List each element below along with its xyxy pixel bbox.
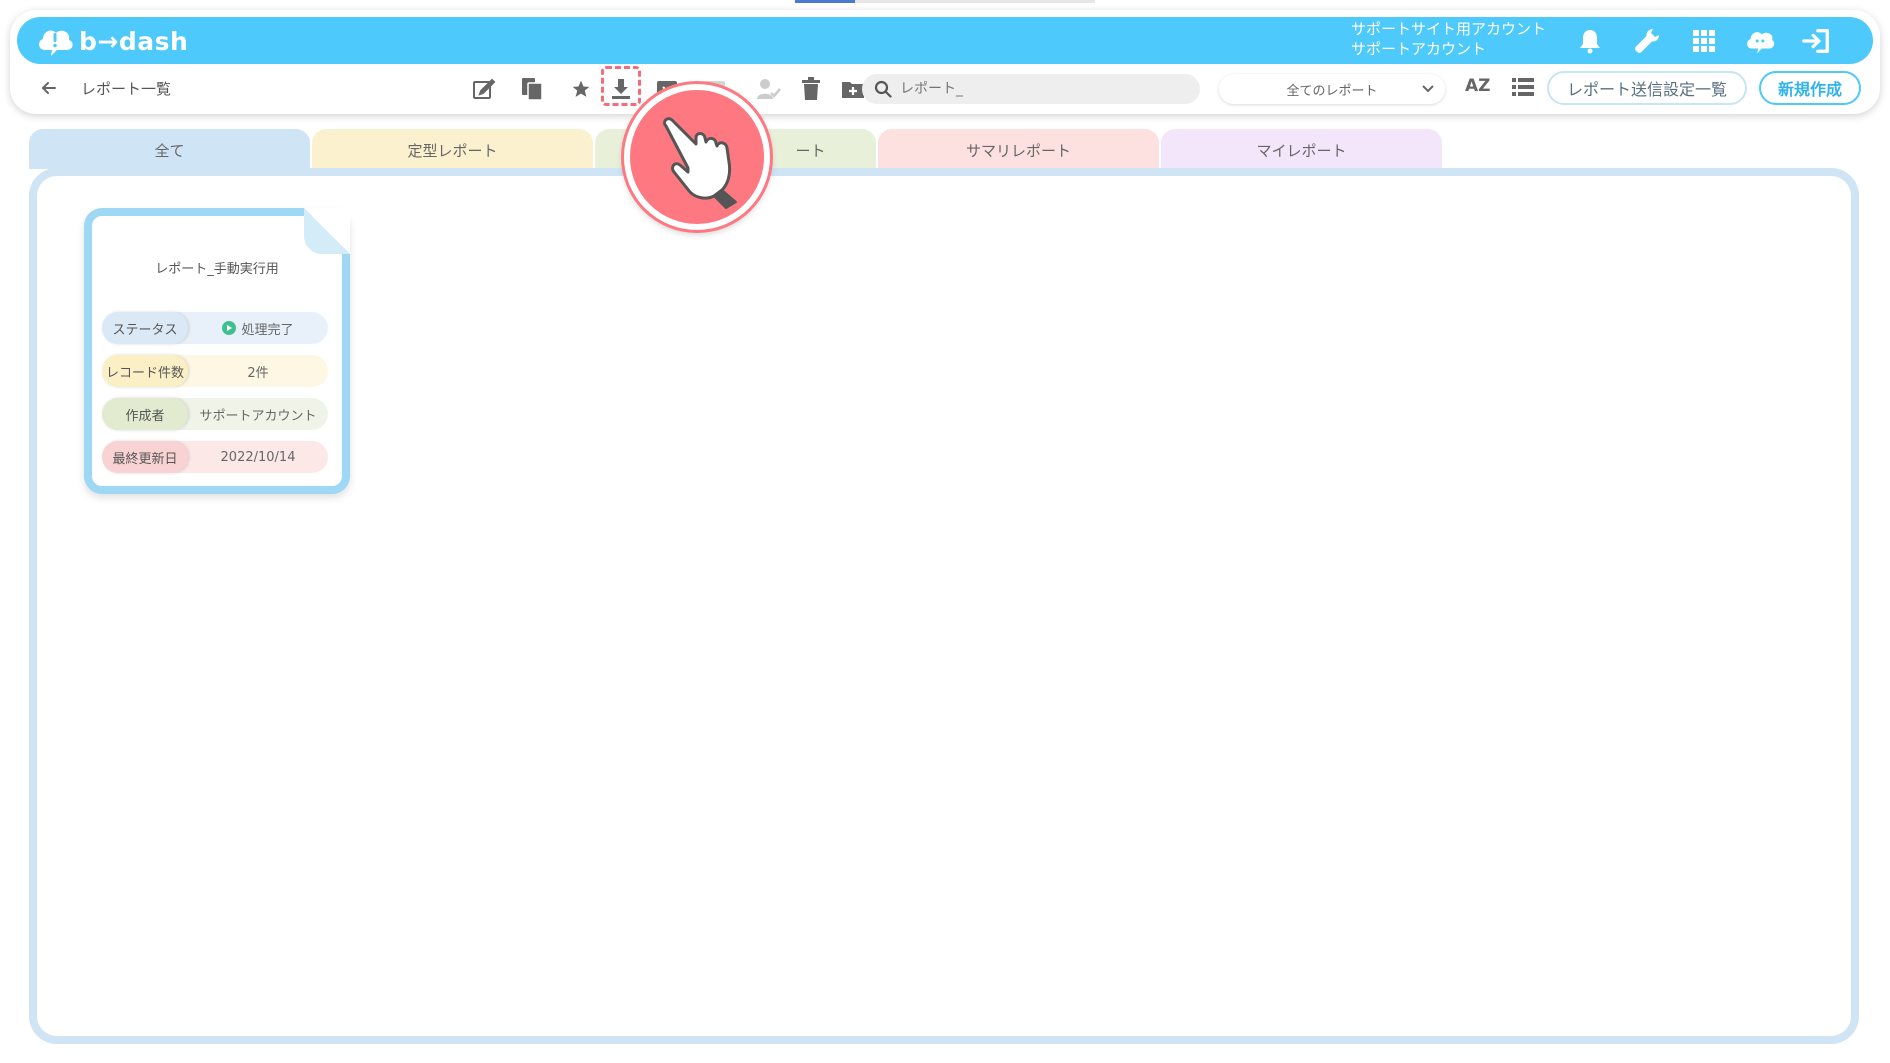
trash-icon[interactable]	[797, 75, 825, 103]
card-row-label: 作成者	[102, 398, 188, 430]
tab-summary-report[interactable]: サマリレポート	[878, 129, 1159, 169]
chevron-down-icon	[1422, 85, 1434, 93]
back-arrow-icon[interactable]	[37, 76, 61, 100]
logout-icon[interactable]	[1801, 26, 1831, 56]
tab-fixed-report[interactable]: 定型レポート	[312, 129, 593, 169]
mascot-icon[interactable]	[1745, 26, 1775, 56]
header-bar: b→dash サポートサイト用アカウント サポートアカウント	[17, 17, 1873, 64]
logo-text: b→dash	[79, 26, 189, 56]
card-row-value: 2件	[247, 365, 269, 381]
bell-icon[interactable]	[1575, 26, 1605, 56]
report-send-settings-button[interactable]: レポート送信設定一覧	[1547, 71, 1747, 105]
logo-cloud-icon	[39, 30, 73, 56]
search-input[interactable]	[900, 81, 1180, 97]
sort-az-button[interactable]: AZ	[1465, 76, 1490, 96]
top-progress-segment	[795, 0, 855, 3]
star-icon[interactable]	[567, 75, 595, 103]
card-row-value: 処理完了	[188, 312, 328, 344]
report-card-title: レポート_手動実行用	[155, 262, 279, 277]
search-icon	[874, 80, 892, 98]
toolbar: レポート一覧 全てのレポート AZ レポー	[17, 66, 1873, 110]
report-card[interactable]: レポート_手動実行用 ステータス 処理完了 レコード件数 2件 作成者 サポート…	[84, 208, 350, 494]
tab-all[interactable]: 全て	[29, 129, 310, 169]
card-row-author: 作成者 サポートアカウント	[102, 398, 328, 430]
download-icon[interactable]	[607, 75, 635, 103]
card-row-status: ステータス 処理完了	[102, 312, 328, 344]
page-title: レポート一覧	[81, 80, 172, 98]
list-view-icon[interactable]	[1511, 76, 1535, 102]
tab-third-label: ート	[795, 142, 826, 160]
edit-icon[interactable]	[470, 75, 498, 103]
top-progress-indicator	[795, 0, 1095, 3]
card-row-records: レコード件数 2件	[102, 355, 328, 387]
wrench-icon[interactable]	[1632, 26, 1662, 56]
card-row-label: ステータス	[102, 312, 188, 344]
pointing-hand-icon	[663, 117, 737, 209]
card-row-label: 最終更新日	[102, 441, 188, 473]
search-box[interactable]	[862, 74, 1200, 104]
account-user: サポートアカウント	[1351, 40, 1487, 58]
status-complete-icon	[222, 321, 237, 335]
app-grid-icon[interactable]	[1689, 26, 1719, 56]
card-row-value: サポートアカウント	[199, 408, 317, 424]
account-org: サポートサイト用アカウント	[1351, 20, 1547, 38]
report-filter-select[interactable]: 全てのレポート	[1219, 74, 1445, 104]
user-check-icon[interactable]	[755, 75, 783, 103]
card-fold-corner	[304, 208, 350, 254]
card-row-value: 2022/10/14	[220, 449, 296, 465]
logo[interactable]: b→dash	[35, 24, 188, 58]
card-row-updated: 最終更新日 2022/10/14	[102, 441, 328, 473]
card-row-label: レコード件数	[102, 355, 188, 387]
tutorial-hand-pointer-overlay	[624, 84, 770, 230]
account-info[interactable]: サポートサイト用アカウント サポートアカウント	[1351, 19, 1546, 59]
new-report-button[interactable]: 新規作成	[1759, 71, 1861, 105]
report-filter-value: 全てのレポート	[1286, 83, 1378, 99]
copy-icon[interactable]	[518, 75, 546, 103]
tab-my-report[interactable]: マイレポート	[1161, 129, 1442, 169]
status-text: 処理完了	[241, 322, 294, 338]
